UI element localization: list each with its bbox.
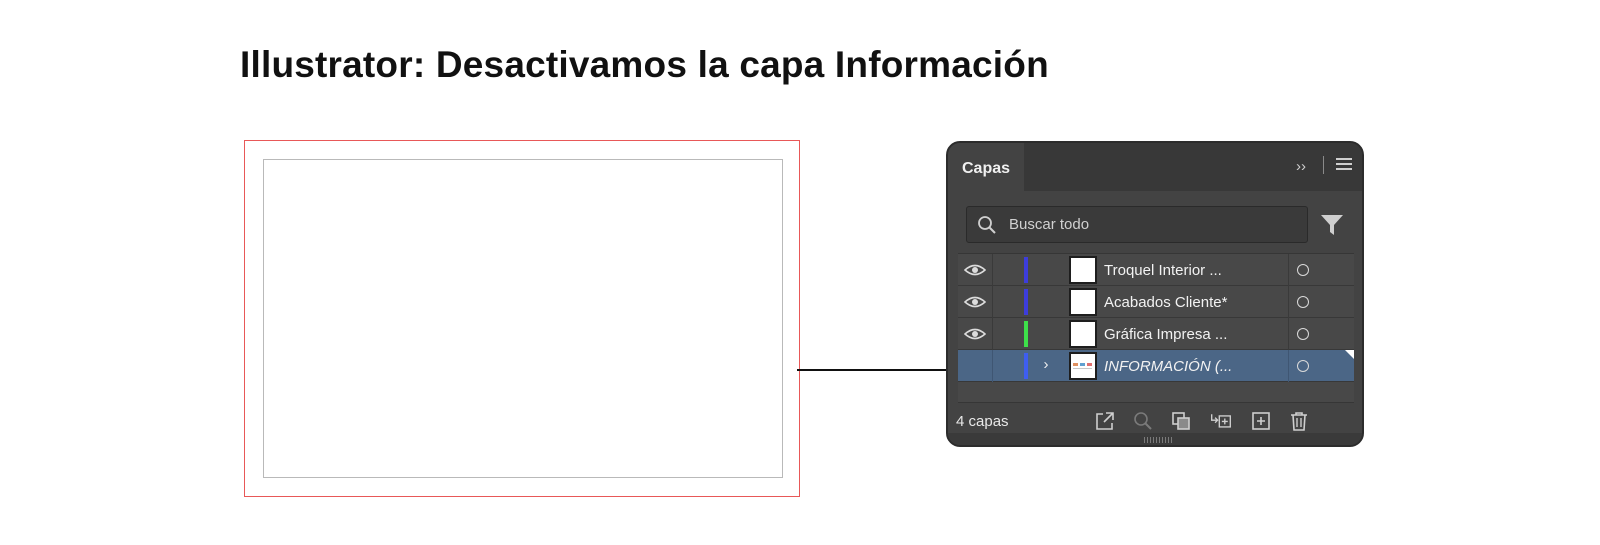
export-icon[interactable]	[1094, 410, 1116, 432]
resize-grip[interactable]	[1144, 437, 1172, 443]
layer-name[interactable]: Acabados Cliente*	[1104, 294, 1227, 311]
column-divider	[992, 350, 993, 382]
target-circle-icon[interactable]	[1297, 296, 1309, 308]
column-divider	[992, 318, 993, 350]
column-divider	[1288, 254, 1289, 286]
target-circle-icon[interactable]	[1297, 264, 1309, 276]
filter-icon[interactable]	[1320, 213, 1344, 237]
selection-corner-marker	[1345, 350, 1354, 359]
chevron-right-icon[interactable]: ›	[1039, 356, 1053, 376]
column-divider	[1288, 318, 1289, 350]
make-clipping-mask-icon[interactable]	[1170, 410, 1192, 432]
column-divider	[1288, 286, 1289, 318]
artboard	[263, 159, 783, 478]
column-divider	[1288, 350, 1289, 382]
visibility-toggle-off[interactable]	[964, 359, 986, 373]
target-circle-icon[interactable]	[1297, 360, 1309, 372]
search-box[interactable]	[966, 206, 1308, 243]
double-chevron-right-icon[interactable]: ››	[1296, 158, 1306, 175]
layer-count: 4 capas	[956, 413, 1009, 430]
layer-row[interactable]: Acabados Cliente*	[958, 286, 1354, 318]
column-divider	[992, 254, 993, 286]
layer-thumbnail	[1069, 256, 1097, 284]
create-sublayer-icon[interactable]	[1210, 410, 1232, 432]
layer-color-bar	[1024, 321, 1028, 347]
layer-color-bar	[1024, 289, 1028, 315]
column-divider	[992, 286, 993, 318]
target-circle-icon[interactable]	[1297, 328, 1309, 340]
search-input[interactable]	[1009, 207, 1299, 242]
layer-color-bar	[1024, 353, 1028, 379]
page-title: Illustrator: Desactivamos la capa Inform…	[240, 44, 1049, 85]
locate-object-icon[interactable]	[1132, 410, 1154, 432]
layer-name[interactable]: Troquel Interior ...	[1104, 262, 1222, 279]
tab-capas[interactable]: Capas	[948, 143, 1024, 192]
new-layer-icon[interactable]	[1250, 410, 1272, 432]
layers-panel: Capas ›› Troquel Interior ...	[946, 141, 1364, 447]
layer-list: Troquel Interior ... Acabados Cliente* G…	[958, 253, 1354, 403]
layer-thumbnail	[1069, 320, 1097, 348]
layer-row-selected[interactable]: › INFORMACIÓN (...	[958, 350, 1354, 382]
layer-row[interactable]: Gráfica Impresa ...	[958, 318, 1354, 350]
eye-icon[interactable]	[964, 327, 986, 341]
layer-thumbnail	[1069, 352, 1097, 380]
eye-icon[interactable]	[964, 263, 986, 277]
layer-name[interactable]: Gráfica Impresa ...	[1104, 326, 1227, 343]
eye-icon[interactable]	[964, 295, 986, 309]
trash-icon[interactable]	[1288, 410, 1310, 432]
layer-name[interactable]: INFORMACIÓN (...	[1104, 358, 1232, 375]
layer-row[interactable]: Troquel Interior ...	[958, 254, 1354, 286]
search-icon	[978, 216, 996, 234]
hamburger-menu-icon[interactable]	[1336, 163, 1352, 165]
layer-thumbnail	[1069, 288, 1097, 316]
layer-color-bar	[1024, 257, 1028, 283]
header-divider	[1323, 156, 1324, 174]
